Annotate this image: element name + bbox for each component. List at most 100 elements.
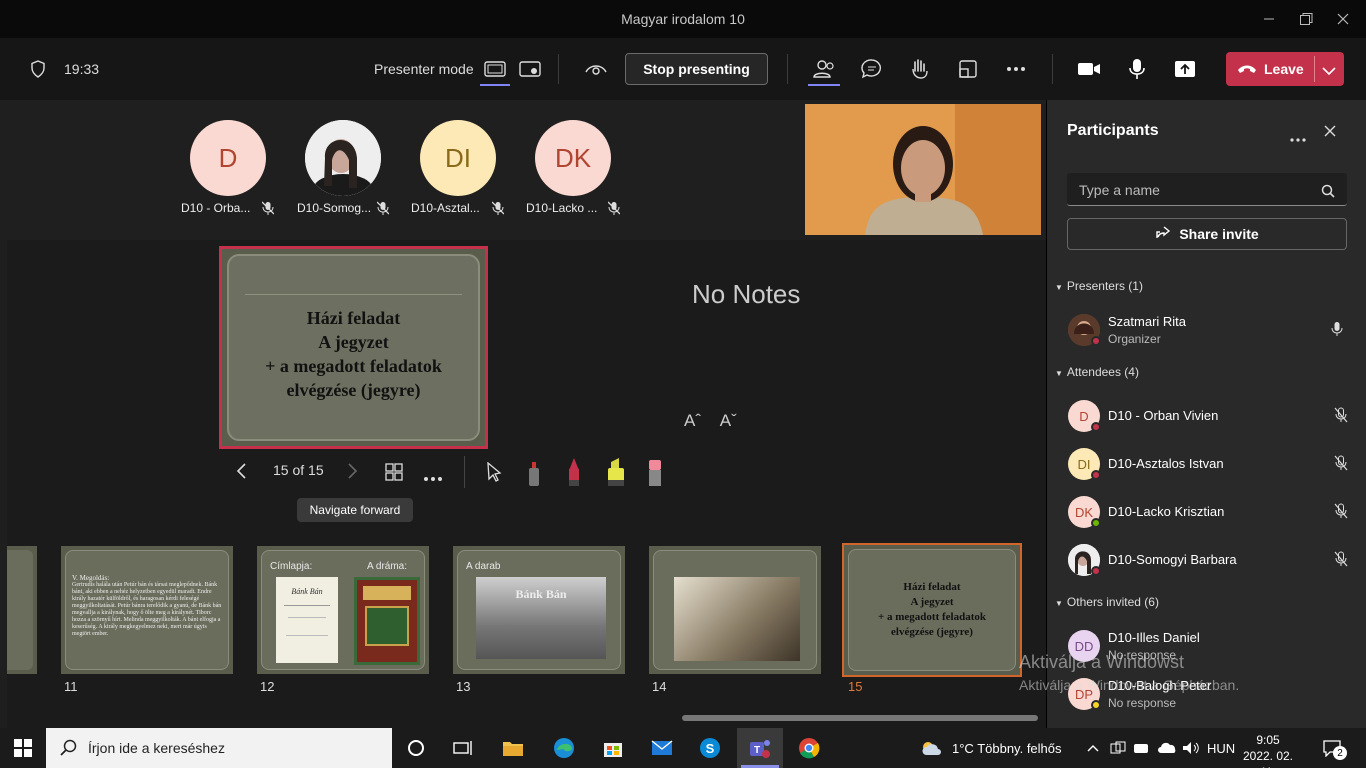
filmstrip-scrollbar[interactable] [682,715,1038,721]
more-options-icon[interactable] [1290,129,1306,147]
increase-font-button[interactable]: Aˆ [684,411,701,430]
skype-icon[interactable]: S [687,728,733,768]
language-indicator[interactable]: HUN [1207,728,1235,768]
search-icon[interactable] [1321,184,1335,203]
grid-view-icon[interactable] [384,462,404,487]
close-window-icon[interactable] [1328,8,1358,30]
thumb-caption: Bánk Bán [515,587,567,601]
decrease-font-button[interactable]: Aˇ [720,411,737,430]
panel-title: Participants [1067,122,1159,139]
volume-icon[interactable] [1182,728,1200,768]
slide-thumbnail-selected[interactable]: Házi feladat A jegyzet + a megadott fela… [842,543,1022,677]
highlighter-icon[interactable] [605,456,627,493]
avatar-photo[interactable] [305,120,381,196]
toolbar-divider [787,54,788,84]
microphone-icon[interactable] [1126,38,1148,100]
chevron-up-icon[interactable] [1087,728,1099,768]
chrome-icon[interactable] [786,728,832,768]
teams-icon[interactable]: T [737,728,783,768]
slide-thumbnail[interactable]: A darab Bánk Bán [453,546,625,674]
content-only-layout-icon[interactable] [482,38,508,100]
slide-line: + a megadott feladatok [265,356,442,376]
chat-icon[interactable] [860,38,884,100]
slide-thumbnail[interactable]: V. Megoldás: Gertrudis halála után Petúr… [61,546,233,674]
participant-row[interactable]: DK D10-Lacko Krisztian [1067,492,1357,532]
notes-font-controls: Aˆ Aˇ [684,411,737,431]
more-options-icon[interactable] [423,469,443,487]
search-icon [60,739,78,762]
clock[interactable]: 9:05 2022. 02. 11. [1238,732,1298,768]
participant-search-input[interactable]: Type a name [1067,173,1347,206]
network-icon[interactable] [1110,728,1126,768]
leave-label: Leave [1264,61,1304,77]
others-invited-section-header[interactable]: ▼ Others invited (6) [1055,595,1159,609]
mic-off-icon [491,201,505,220]
presenters-section-header[interactable]: ▼ Presenters (1) [1055,279,1143,293]
current-slide[interactable]: Házi feladat A jegyzet + a megadott fela… [219,246,488,449]
participant-row[interactable]: DI D10-Asztalos Istvan [1067,444,1357,484]
breakout-rooms-icon[interactable] [956,38,980,100]
laser-pointer-icon[interactable] [525,458,543,493]
pointer-icon[interactable] [486,461,502,487]
onedrive-icon[interactable] [1157,728,1177,768]
chevron-right-icon[interactable] [346,462,360,485]
thumb-line: + a megadott feladatok [877,611,986,623]
chevron-left-icon[interactable] [234,462,248,485]
close-icon[interactable] [1324,124,1336,142]
attendees-section-header[interactable]: ▼ Attendees (4) [1055,365,1139,379]
thumb-label: A darab [466,561,501,572]
participant-name: D10 - Orban Vivien [1108,408,1219,423]
participant-row[interactable]: D D10 - Orban Vivien [1067,396,1357,436]
leave-button[interactable]: Leave [1226,52,1344,86]
mic-off-icon [261,201,275,220]
mic-off-icon [607,201,621,220]
more-actions-icon[interactable] [1004,38,1028,100]
pen-icon[interactable] [565,456,583,493]
mail-icon[interactable] [639,728,685,768]
mic-off-icon [1334,407,1348,428]
stop-presenting-button[interactable]: Stop presenting [625,53,768,85]
taskbar-search-input[interactable]: Írjon ide a kereséshez [46,728,392,768]
meet-now-icon[interactable] [1133,728,1149,768]
status-busy-badge [1091,336,1101,346]
clock-time: 9:05 [1256,733,1280,747]
participant-name: D10-Asztalos Istvan [1108,456,1224,471]
slide-thumbnail[interactable] [649,546,821,674]
self-video[interactable] [805,104,1041,235]
people-icon[interactable] [812,38,836,100]
thumb-label: A dráma: [367,561,408,572]
status-available-badge [1091,518,1101,528]
maximize-icon[interactable] [1291,8,1321,30]
windows-start-icon[interactable] [0,728,46,768]
participant-row[interactable]: Szatmari Rita Organizer [1067,310,1357,350]
store-icon[interactable] [590,728,636,768]
participants-panel: Participants Type a name Share invite ▼ P… [1047,100,1366,728]
slide-thumbnail[interactable]: Címlapja: A dráma: Bánk Bán [257,546,429,674]
avatar[interactable]: DK [535,120,611,196]
status-busy-badge [1091,422,1101,432]
avatar[interactable]: DI [420,120,496,196]
participant-row[interactable]: D10-Somogyi Barbara [1067,540,1357,580]
task-view-icon[interactable] [440,728,486,768]
eye-icon[interactable] [584,38,608,100]
share-invite-button[interactable]: Share invite [1067,218,1347,250]
weather-text: 1°C Többny. felhős [952,740,1062,756]
cortana-icon[interactable] [393,728,439,768]
edge-icon[interactable] [541,728,587,768]
camera-icon[interactable] [1076,38,1102,100]
shield-icon[interactable] [26,38,50,100]
clock-date: 2022. 02. 11. [1242,749,1294,768]
file-explorer-icon[interactable] [490,728,536,768]
minimize-icon[interactable] [1254,8,1284,30]
participant-name: D10-Illes Daniel [1108,630,1200,645]
thumb-label: Címlapja: [270,561,313,572]
weather-widget[interactable]: 1°C Többny. felhős [920,728,1062,768]
raise-hand-icon[interactable] [908,38,932,100]
mic-off-icon [376,201,390,220]
share-tray-icon[interactable] [1173,38,1197,100]
standout-layout-icon[interactable] [518,38,542,100]
chevron-down-icon[interactable] [1322,63,1336,81]
avatar[interactable]: D [190,120,266,196]
partial-thumbnail[interactable] [7,546,37,674]
eraser-icon[interactable] [646,458,664,493]
